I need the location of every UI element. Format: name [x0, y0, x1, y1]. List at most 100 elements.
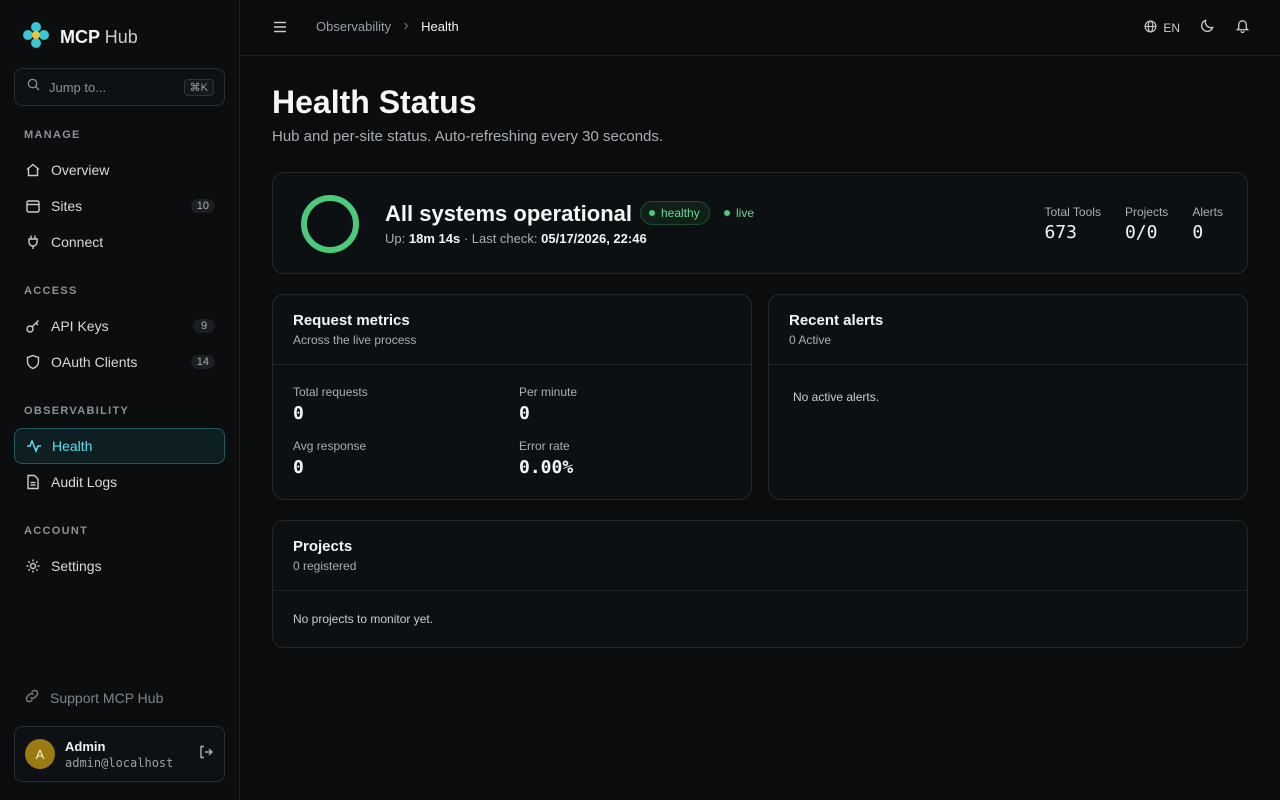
status-ring-icon: [299, 193, 361, 260]
brand-name-light: Hub: [104, 27, 138, 47]
home-icon: [24, 162, 41, 179]
sidebar-item-label: API Keys: [51, 318, 109, 334]
live-indicator: live: [724, 206, 754, 220]
chevron-right-icon: [401, 19, 411, 34]
plug-icon: [24, 234, 41, 251]
user-card: A Admin admin@localhost: [14, 726, 225, 782]
status-badge: healthy: [640, 201, 710, 225]
sidebar-item-label: Sites: [51, 198, 83, 214]
status-stats: Total Tools 673 Projects 0/0 Alerts 0: [1044, 205, 1223, 243]
sidebar-item-label: Health: [52, 438, 93, 454]
metric-label: Per minute: [519, 385, 578, 399]
file-icon: [24, 474, 41, 491]
metric-per-minute: Per minute 0: [519, 385, 577, 424]
section-title-account: ACCOUNT: [24, 525, 89, 537]
status-badge-label: healthy: [661, 206, 700, 220]
stat-alerts: Alerts 0: [1192, 205, 1223, 243]
card-subtitle: Across the live process: [293, 333, 417, 347]
stat-label: Alerts: [1192, 205, 1223, 219]
card-subtitle: 0 Active: [789, 333, 832, 347]
page-subtitle: Hub and per-site status. Auto-refreshing…: [272, 128, 664, 145]
menu-icon[interactable]: [272, 19, 288, 40]
brand-name-bold: MCP: [60, 27, 100, 47]
card-title: Recent alerts: [789, 312, 884, 329]
sidebar-item-oauth-clients[interactable]: OAuth Clients 14: [14, 344, 225, 380]
projects-empty-message: No projects to monitor yet.: [293, 612, 434, 626]
topbar: Observability Health EN: [240, 0, 1280, 56]
bell-icon[interactable]: [1235, 18, 1250, 38]
stat-projects: Projects 0/0: [1125, 205, 1168, 243]
live-label: live: [736, 206, 755, 220]
uptime-value: 18m 14s: [408, 231, 461, 246]
gear-icon: [24, 558, 41, 575]
search-placeholder: Jump to...: [49, 79, 107, 95]
link-icon: [24, 688, 40, 707]
metric-avg-response: Avg response 0: [293, 439, 366, 478]
stat-value: 0: [1192, 222, 1204, 243]
logo-icon: [22, 21, 50, 54]
card-title: Projects: [293, 538, 353, 555]
metric-value: 0: [293, 403, 304, 424]
section-title-access: ACCESS: [24, 285, 78, 297]
breadcrumb-item[interactable]: Observability: [316, 19, 391, 34]
count-badge: 9: [193, 319, 215, 333]
calendar-icon: [24, 198, 41, 215]
count-badge: 10: [190, 199, 215, 213]
avatar: A: [25, 739, 55, 769]
section-title-manage: MANAGE: [24, 129, 81, 141]
metric-error-rate: Error rate 0.00%: [519, 439, 573, 478]
globe-icon: [1144, 20, 1157, 36]
support-link[interactable]: Support MCP Hub: [24, 688, 163, 707]
sidebar-item-label: Overview: [51, 162, 110, 178]
sidebar-item-label: Connect: [51, 234, 104, 250]
logout-icon[interactable]: [198, 744, 214, 765]
last-check-value: 05/17/2026, 22:46: [541, 231, 647, 246]
sidebar-item-api-keys[interactable]: API Keys 9: [14, 308, 225, 344]
brand-name: MCP Hub: [60, 27, 138, 48]
count-badge: 14: [190, 355, 215, 369]
sidebar-item-connect[interactable]: Connect: [14, 224, 225, 260]
sidebar-item-overview[interactable]: Overview: [14, 152, 225, 188]
status-title: All systems operational: [385, 201, 632, 226]
key-icon: [24, 318, 41, 335]
stat-label: Projects: [1124, 205, 1169, 219]
metric-value: 0: [293, 457, 304, 478]
recent-alerts-card: Recent alerts 0 Active No active alerts.: [768, 294, 1248, 500]
sidebar-item-label: Settings: [51, 558, 102, 574]
breadcrumb-current: Health: [421, 19, 459, 34]
shield-icon: [24, 354, 41, 371]
stat-label: Total Tools: [1044, 205, 1101, 219]
sidebar-item-label: OAuth Clients: [51, 354, 138, 370]
projects-card: Projects 0 registered No projects to mon…: [272, 520, 1248, 648]
support-label: Support MCP Hub: [50, 689, 164, 706]
sidebar-item-settings[interactable]: Settings: [14, 548, 225, 584]
breadcrumb: Observability Health: [316, 19, 459, 34]
alerts-empty-message: No active alerts.: [793, 390, 880, 404]
stat-value: 673: [1044, 222, 1077, 243]
last-check-label: · Last check:: [463, 231, 538, 246]
user-email: admin@localhost: [65, 755, 174, 770]
metric-label: Avg response: [293, 439, 367, 453]
metric-value: 0.00%: [519, 457, 574, 478]
language-switcher[interactable]: EN: [1144, 20, 1180, 36]
shortcut-badge: ⌘K: [183, 78, 214, 96]
page-title: Health Status: [272, 84, 477, 120]
sidebar-item-health[interactable]: Health: [14, 428, 225, 464]
sidebar: MCP Hub Jump to... ⌘K MANAGE Overview Si…: [0, 0, 240, 800]
metric-label: Total requests: [293, 385, 368, 399]
brand[interactable]: MCP Hub: [22, 21, 138, 54]
metric-value: 0: [519, 403, 530, 424]
stat-total-tools: Total Tools 673: [1044, 205, 1100, 243]
request-metrics-card: Request metrics Across the live process …: [272, 294, 752, 500]
moon-icon[interactable]: [1200, 18, 1215, 38]
jump-to-search[interactable]: Jump to... ⌘K: [14, 68, 225, 106]
sidebar-item-audit-logs[interactable]: Audit Logs: [14, 464, 225, 500]
card-title: Request metrics: [293, 312, 410, 329]
metric-label: Error rate: [519, 439, 570, 453]
status-dot-icon: [649, 210, 655, 216]
sidebar-item-sites[interactable]: Sites 10: [14, 188, 225, 224]
search-icon: [27, 78, 40, 96]
language-label: EN: [1163, 21, 1180, 35]
status-card: All systems operational healthy live Up:…: [272, 172, 1248, 274]
stat-value: 0/0: [1124, 222, 1158, 243]
